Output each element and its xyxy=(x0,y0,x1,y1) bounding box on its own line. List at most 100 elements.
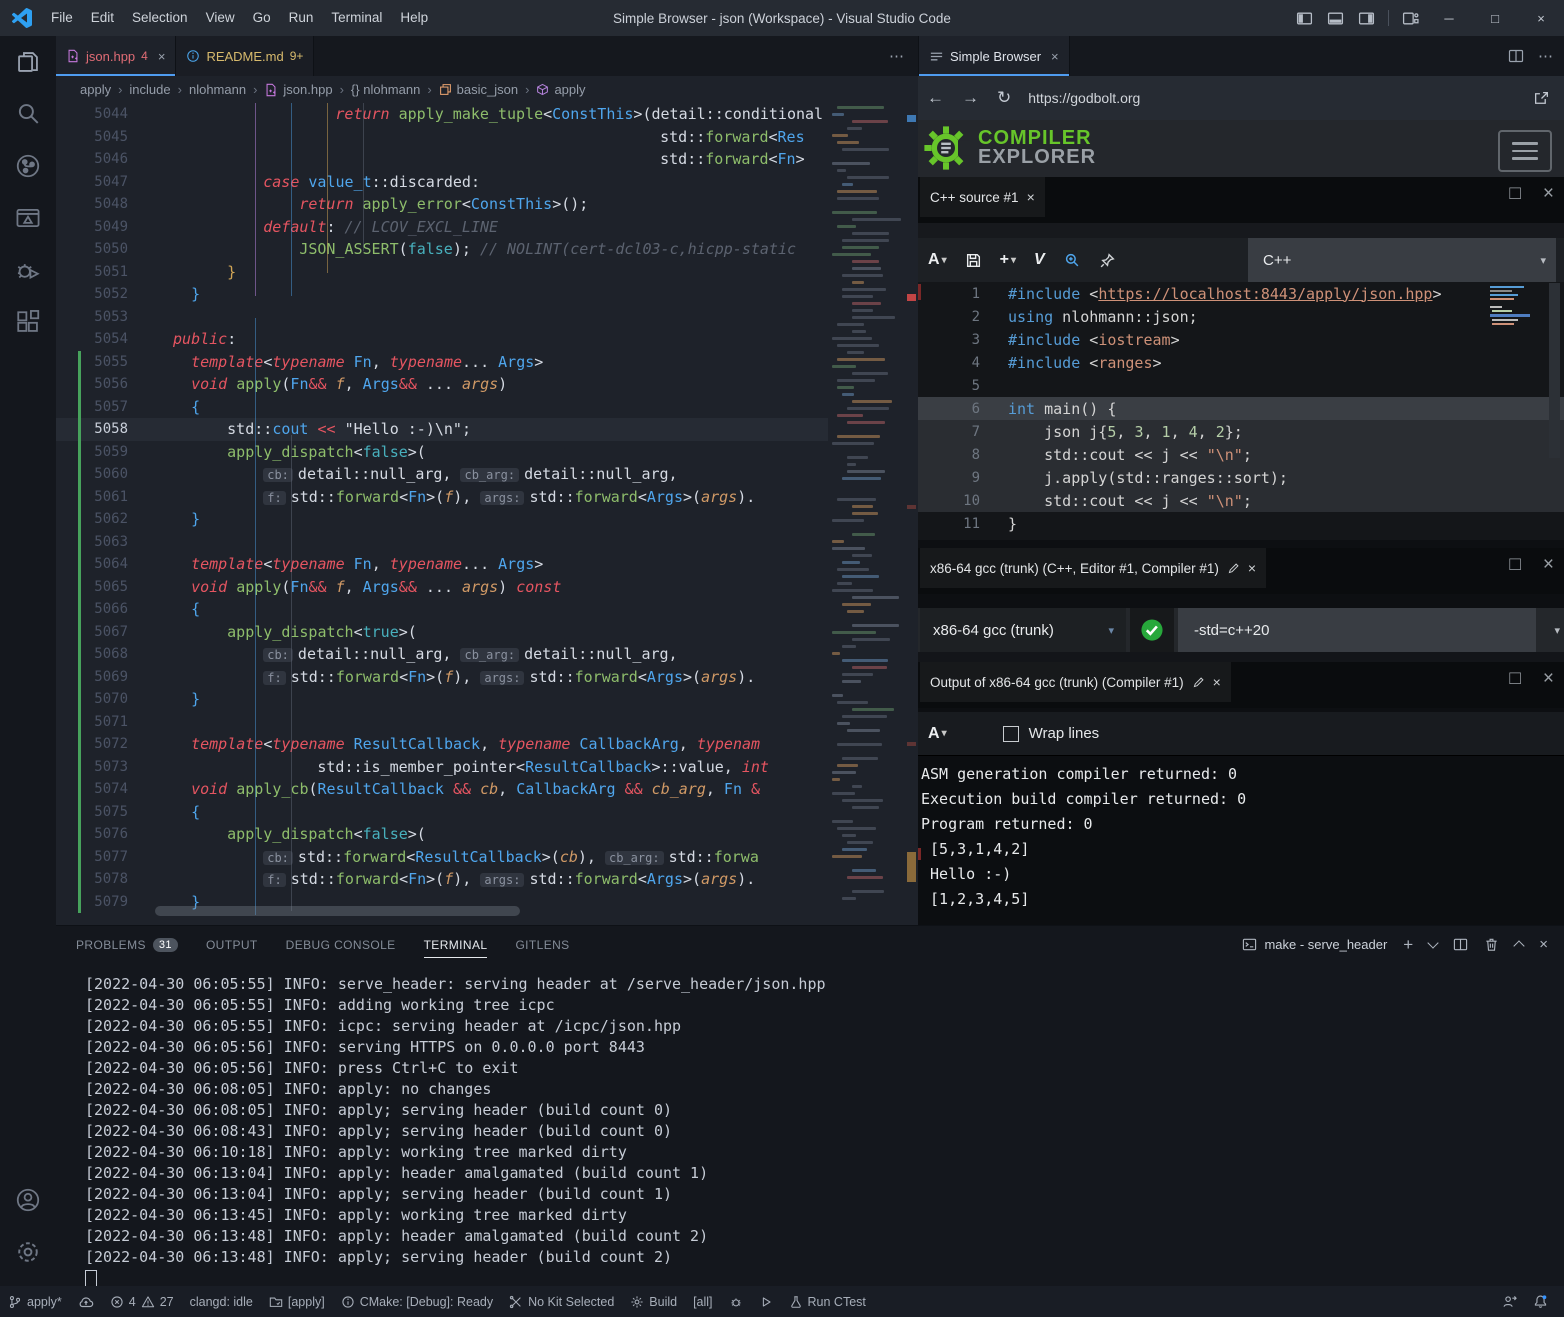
rename-pane-icon[interactable] xyxy=(1192,676,1205,689)
status-git-branch[interactable]: apply* xyxy=(0,1286,70,1317)
hamburger-menu-icon[interactable] xyxy=(1498,130,1552,172)
breadcrumb-item-apply[interactable]: apply xyxy=(536,82,585,97)
menu-view[interactable]: View xyxy=(197,10,244,25)
explorer-icon[interactable] xyxy=(0,36,56,88)
status-problems[interactable]: 427 xyxy=(102,1286,182,1317)
menu-edit[interactable]: Edit xyxy=(82,10,123,25)
breadcrumb-item-nlohmann[interactable]: {} nlohmann xyxy=(351,82,420,97)
url-input[interactable]: https://godbolt.org xyxy=(1028,90,1140,106)
godbolt-source-editor[interactable]: 1#include <https://localhost:8443/apply/… xyxy=(918,282,1564,540)
status-run-ctest[interactable]: Run CTest xyxy=(781,1286,874,1317)
toggle-panel-icon[interactable] xyxy=(1320,10,1351,27)
close-window-button[interactable]: × xyxy=(1518,0,1564,36)
maximize-pane-icon[interactable]: □ xyxy=(1509,668,1520,690)
panel-tab-terminal[interactable]: TERMINAL xyxy=(424,926,488,963)
font-size-button[interactable]: A▾ xyxy=(928,251,947,269)
search-icon[interactable] xyxy=(0,88,56,140)
open-external-icon[interactable] xyxy=(1533,90,1550,107)
close-pane-icon[interactable]: × xyxy=(1213,674,1221,690)
minimap[interactable] xyxy=(828,103,906,918)
maximize-button[interactable]: □ xyxy=(1472,0,1518,36)
status-cmake-debug[interactable] xyxy=(721,1286,751,1317)
maximize-panel-icon[interactable] xyxy=(1514,940,1525,951)
zoom-search-icon[interactable] xyxy=(1063,251,1081,269)
status-publish-changes[interactable] xyxy=(70,1286,102,1317)
breadcrumb-item-basic_json[interactable]: basic_json xyxy=(439,82,518,97)
save-icon[interactable] xyxy=(965,252,982,269)
cmake-panel-icon[interactable] xyxy=(0,192,56,244)
status-cmake-launch[interactable] xyxy=(751,1286,781,1317)
terminal-session[interactable]: make - serve_header xyxy=(1242,937,1387,952)
editor-more-actions-icon[interactable]: ⋯ xyxy=(875,47,918,65)
back-icon[interactable]: ← xyxy=(918,88,953,108)
wrap-lines-checkbox[interactable] xyxy=(1003,726,1019,742)
source-pane-tab[interactable]: C++ source #1 × xyxy=(920,177,1045,217)
close-pane-icon[interactable]: × xyxy=(1543,183,1554,205)
tab-simple-browser[interactable]: Simple Browser × xyxy=(919,36,1070,76)
rename-pane-icon[interactable] xyxy=(1227,562,1240,575)
status-clangd-status[interactable]: clangd: idle xyxy=(182,1286,261,1317)
compiler-select[interactable]: x86-64 gcc (trunk) ▾ xyxy=(920,608,1126,652)
status-cmake-kit[interactable]: No Kit Selected xyxy=(501,1286,622,1317)
close-tab-icon[interactable]: × xyxy=(1051,49,1059,64)
menu-file[interactable]: File xyxy=(42,10,82,25)
new-terminal-icon[interactable]: + xyxy=(1403,935,1413,955)
vim-toggle-button[interactable]: V xyxy=(1034,251,1045,269)
menu-run[interactable]: Run xyxy=(280,10,323,25)
breadcrumb-item-apply[interactable]: apply xyxy=(80,82,111,97)
panel-tab-output[interactable]: OUTPUT xyxy=(206,926,258,963)
options-dropdown-icon[interactable]: ▾ xyxy=(1554,608,1560,652)
godbolt-scrollbar[interactable] xyxy=(1549,283,1560,458)
status-feedback[interactable] xyxy=(1494,1286,1525,1317)
panel-tab-problems[interactable]: PROBLEMS31 xyxy=(76,926,178,963)
reload-icon[interactable]: ↻ xyxy=(988,88,1020,108)
language-select[interactable]: C++ ▾ xyxy=(1248,238,1556,282)
breadcrumb-item-nlohmann[interactable]: nlohmann xyxy=(189,82,246,97)
close-panel-icon[interactable]: × xyxy=(1539,936,1548,953)
status-cmake-build[interactable]: Build xyxy=(622,1286,685,1317)
forward-icon[interactable]: → xyxy=(953,88,988,108)
editor-tab-README.md[interactable]: README.md9+ xyxy=(176,36,314,76)
panel-tab-gitlens[interactable]: GITLENS xyxy=(515,926,569,963)
kill-terminal-icon[interactable] xyxy=(1484,937,1499,952)
split-terminal-icon[interactable] xyxy=(1453,937,1468,952)
status-cmake-status[interactable]: CMake: [Debug]: Ready xyxy=(333,1286,501,1317)
split-editor-icon[interactable] xyxy=(1508,48,1524,64)
minimize-button[interactable]: ─ xyxy=(1426,0,1472,36)
status-notifications[interactable] xyxy=(1525,1286,1556,1317)
run-debug-icon[interactable] xyxy=(0,244,56,296)
customize-layout-icon[interactable] xyxy=(1395,10,1426,27)
breadcrumb-item-include[interactable]: include xyxy=(129,82,170,97)
source-control-icon[interactable] xyxy=(0,140,56,192)
maximize-pane-icon[interactable]: □ xyxy=(1509,183,1520,205)
status-cmake-target[interactable]: [all] xyxy=(685,1286,720,1317)
menu-terminal[interactable]: Terminal xyxy=(322,10,391,25)
compiler-options-input[interactable]: -std=c++20 xyxy=(1178,608,1536,652)
close-pane-icon[interactable]: × xyxy=(1543,554,1554,576)
accounts-icon[interactable] xyxy=(0,1174,56,1226)
menu-go[interactable]: Go xyxy=(244,10,280,25)
menu-help[interactable]: Help xyxy=(391,10,437,25)
toggle-secondary-sidebar-icon[interactable] xyxy=(1351,10,1382,27)
breadcrumb-item-jsonhpp[interactable]: json.hpp xyxy=(264,82,332,97)
font-size-button[interactable]: A▾ xyxy=(928,725,947,743)
close-pane-icon[interactable]: × xyxy=(1027,189,1035,205)
toggle-sidebar-icon[interactable] xyxy=(1289,10,1320,27)
close-pane-icon[interactable]: × xyxy=(1543,668,1554,690)
breadcrumb[interactable]: apply›include›nlohmann›json.hpp›{} nlohm… xyxy=(56,76,918,103)
status-cmake-folder[interactable]: [apply] xyxy=(261,1286,333,1317)
pin-icon[interactable] xyxy=(1099,252,1116,269)
menu-selection[interactable]: Selection xyxy=(123,10,197,25)
close-pane-icon[interactable]: × xyxy=(1248,560,1256,576)
extensions-icon[interactable] xyxy=(0,296,56,348)
maximize-pane-icon[interactable]: □ xyxy=(1509,554,1520,576)
output-pane-tab[interactable]: Output of x86-64 gcc (trunk) (Compiler #… xyxy=(920,662,1231,702)
settings-gear-icon[interactable] xyxy=(0,1226,56,1278)
code-editor[interactable]: 5044return apply_make_tuple<ConstThis>(d… xyxy=(56,103,828,918)
browser-more-actions-icon[interactable]: ⋯ xyxy=(1538,47,1553,65)
terminal-dropdown-icon[interactable] xyxy=(1428,937,1439,948)
compiler-pane-tab[interactable]: x86-64 gcc (trunk) (C++, Editor #1, Comp… xyxy=(920,548,1266,588)
editor-horizontal-scrollbar[interactable] xyxy=(155,906,520,916)
terminal-output[interactable]: [2022-04-30 06:05:55] INFO: serve_header… xyxy=(56,963,1564,1290)
add-pane-button[interactable]: +▾ xyxy=(1000,251,1016,269)
